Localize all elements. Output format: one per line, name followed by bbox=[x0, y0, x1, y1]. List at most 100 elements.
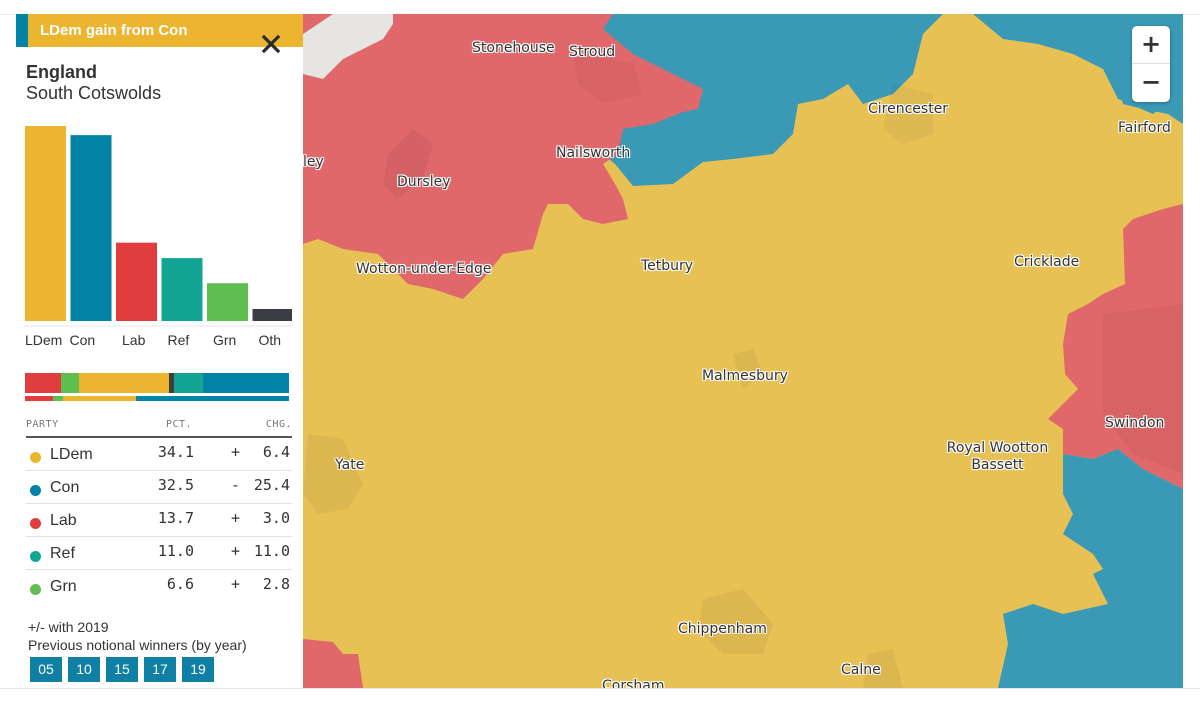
previous-winners-label: Previous notional winners (by year) bbox=[28, 637, 247, 653]
party-color-dot bbox=[30, 584, 41, 595]
previous-share-segment-con bbox=[136, 396, 289, 401]
party-color-dot bbox=[30, 485, 41, 496]
place-label: Stroud bbox=[569, 44, 616, 60]
constituency-result-panel: LDem gain from Con England South Cotswol… bbox=[16, 14, 303, 688]
place-label: ley bbox=[303, 154, 324, 170]
bar-label-ldem: LDem bbox=[25, 332, 62, 348]
party-name: LDem bbox=[50, 446, 93, 463]
table-row: Con 32.5 -25.4 bbox=[26, 471, 292, 504]
table-row: LDem 34.1 +6.4 bbox=[26, 438, 292, 471]
vote-share-bar-chart: LDem Con Lab Ref Grn Oth bbox=[24, 114, 292, 354]
previous-share-segment-lab bbox=[25, 396, 54, 401]
bar-oth bbox=[252, 308, 292, 321]
previous-share-strip bbox=[25, 396, 289, 401]
party-pct: 32.5 bbox=[157, 476, 194, 494]
bar-label-con: Con bbox=[70, 332, 96, 348]
previous-winners-years: 05 10 15 17 19 bbox=[30, 657, 214, 682]
place-label: Stonehouse bbox=[472, 40, 555, 56]
previous-winner-year-button[interactable]: 19 bbox=[182, 657, 214, 682]
page-bottom-border bbox=[0, 688, 1200, 689]
vote-share-strip bbox=[25, 373, 289, 401]
region-name: England bbox=[26, 62, 97, 82]
previous-winner-year-button[interactable]: 17 bbox=[144, 657, 176, 682]
previous-share-segment-ldem bbox=[63, 396, 137, 401]
current-share-segment-ref bbox=[174, 373, 204, 393]
previous-winner-year-button[interactable]: 15 bbox=[106, 657, 138, 682]
bar-label-grn: Grn bbox=[213, 332, 236, 348]
party-color-dot bbox=[30, 551, 41, 562]
current-share-strip bbox=[25, 373, 289, 393]
place-label: Cricklade bbox=[1014, 254, 1080, 270]
party-change: 2.8 bbox=[262, 575, 290, 593]
current-share-segment-lab bbox=[25, 373, 62, 393]
close-icon bbox=[261, 34, 281, 54]
party-name: Lab bbox=[50, 512, 77, 529]
place-label: Fairford bbox=[1118, 120, 1171, 136]
party-change: 25.4 bbox=[253, 476, 290, 494]
con-region-southeast bbox=[998, 449, 1183, 688]
party-pct: 11.0 bbox=[157, 542, 194, 560]
bar-label-oth: Oth bbox=[259, 332, 282, 348]
place-label: Royal Wootton Bassett bbox=[946, 440, 1049, 473]
current-share-segment-ldem bbox=[78, 373, 169, 393]
bar-ref bbox=[161, 258, 203, 321]
result-banner-text: LDem gain from Con bbox=[40, 22, 188, 39]
place-label: Chippenham bbox=[678, 621, 767, 637]
current-share-segment-grn bbox=[61, 373, 79, 393]
place-label: Malmesbury bbox=[702, 368, 788, 384]
bar-con bbox=[70, 135, 112, 321]
party-change: 3.0 bbox=[262, 509, 290, 527]
change-sign: + bbox=[231, 542, 241, 560]
results-table-body: LDem 34.1 +6.4 Con 32.5 -25.4 Lab 13.7 +3.0 Ref 11… bbox=[26, 438, 292, 602]
bar-chart-svg: LDem Con Lab Ref Grn Oth bbox=[24, 126, 292, 348]
place-label: Tetbury bbox=[641, 258, 694, 274]
map-zoom-control: + − bbox=[1132, 26, 1170, 102]
party-pct: 6.6 bbox=[166, 575, 194, 593]
party-color-dot bbox=[30, 452, 41, 463]
header-pct: PCT. bbox=[166, 419, 193, 430]
previous-winner-year-button[interactable]: 05 bbox=[30, 657, 62, 682]
party-pct: 34.1 bbox=[157, 443, 194, 461]
previous-share-segment-grn bbox=[53, 396, 64, 401]
table-row: Ref 11.0 +11.0 bbox=[26, 537, 292, 570]
results-map[interactable]: Stonehouse Stroud Cirencester Fairford Nails… bbox=[303, 14, 1183, 688]
change-sign: + bbox=[231, 575, 241, 593]
party-color-dot bbox=[30, 518, 41, 529]
results-table: PARTY PCT. CHG. LDem 34.1 +6.4 Con 32.5 -25.4… bbox=[26, 416, 292, 602]
current-share-segment-con bbox=[203, 373, 289, 393]
header-party: PARTY bbox=[26, 419, 59, 430]
party-name: Grn bbox=[50, 578, 77, 595]
party-change: 6.4 bbox=[262, 443, 290, 461]
bar-lab bbox=[116, 242, 157, 321]
change-sign: + bbox=[231, 509, 241, 527]
place-label: Cirencester bbox=[868, 101, 949, 117]
zoom-in-button[interactable]: + bbox=[1132, 26, 1170, 64]
place-label: Swindon bbox=[1105, 415, 1165, 431]
bar-ldem bbox=[25, 126, 66, 321]
party-name: Ref bbox=[50, 545, 75, 562]
close-button[interactable] bbox=[260, 33, 282, 55]
previous-party-stripe bbox=[16, 14, 28, 47]
previous-winner-year-button[interactable]: 10 bbox=[68, 657, 100, 682]
place-label: Corsham bbox=[602, 678, 665, 688]
constituency-name: South Cotswolds bbox=[26, 83, 162, 103]
bar-label-ref: Ref bbox=[168, 332, 190, 348]
lab-region-southwest bbox=[303, 639, 363, 688]
place-label: Dursley bbox=[397, 174, 451, 190]
bar-grn bbox=[207, 283, 248, 321]
table-row: Grn 6.6 +2.8 bbox=[26, 570, 292, 602]
header-chg: CHG. bbox=[265, 419, 292, 430]
place-label: Nailsworth bbox=[556, 145, 631, 161]
table-row: Lab 13.7 +3.0 bbox=[26, 504, 292, 537]
place-label: Wotton-under-Edge bbox=[356, 261, 492, 277]
place-label: Calne bbox=[841, 662, 881, 678]
place-label: Yate bbox=[335, 457, 365, 473]
urban-area-yate bbox=[303, 434, 363, 514]
party-change: 11.0 bbox=[253, 542, 290, 560]
zoom-out-button[interactable]: − bbox=[1132, 64, 1170, 101]
constituency-map-svg bbox=[303, 14, 1183, 688]
bar-label-lab: Lab bbox=[122, 332, 146, 348]
page-top-border bbox=[0, 0, 1200, 15]
results-table-header: PARTY PCT. CHG. bbox=[26, 416, 292, 438]
party-pct: 13.7 bbox=[157, 509, 194, 527]
